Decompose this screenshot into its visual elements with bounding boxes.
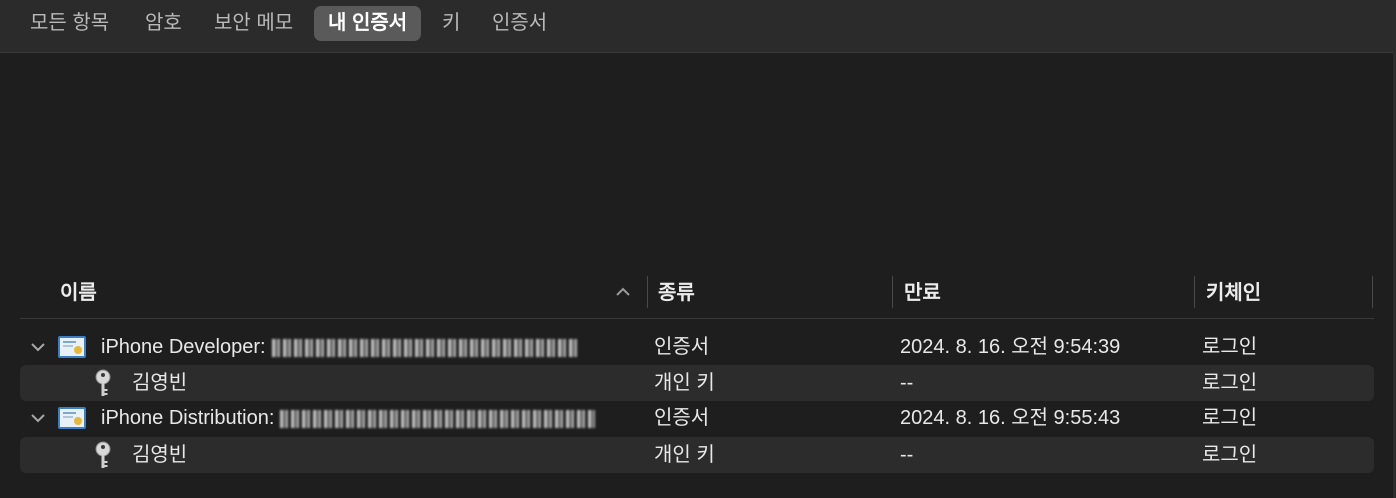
item-name: iPhone Distribution: [101, 400, 596, 436]
column-header-name[interactable]: 이름 [60, 272, 97, 318]
tab-keys[interactable]: 키 [428, 6, 474, 41]
item-kind: 인증서 [654, 407, 710, 429]
table-row[interactable]: 김영빈 개인 키 -- 로그인 [20, 365, 1374, 401]
item-keychain: 로그인 [1202, 407, 1258, 429]
item-name-text: iPhone Distribution: [101, 407, 275, 429]
tab-all-items[interactable]: 모든 항목 [16, 6, 123, 41]
column-header-keychain[interactable]: 키체인 [1206, 272, 1261, 318]
column-divider[interactable] [892, 276, 893, 308]
item-expires: -- [900, 444, 914, 466]
table-row[interactable]: iPhone Distribution: 인증서 2024. 8. 16. 오전… [20, 400, 1374, 436]
item-expires: 2024. 8. 16. 오전 9:54:39 [900, 336, 1121, 358]
table-row[interactable]: iPhone Developer: 인증서 2024. 8. 16. 오전 9:… [20, 329, 1374, 365]
category-tab-bar: 모든 항목 암호 보안 메모 내 인증서 키 인증서 [0, 0, 1396, 53]
certificate-icon [58, 407, 86, 429]
item-keychain: 로그인 [1202, 336, 1258, 358]
column-header-expires[interactable]: 만료 [904, 272, 941, 318]
item-name: iPhone Developer: [101, 329, 577, 365]
key-icon [95, 441, 111, 468]
tab-certificates[interactable]: 인증서 [478, 6, 561, 41]
item-expires: 2024. 8. 16. 오전 9:55:43 [900, 407, 1121, 429]
item-name: 김영빈 [132, 372, 188, 394]
item-name: 김영빈 [132, 444, 188, 466]
sort-ascending-icon[interactable] [613, 282, 633, 302]
column-header-kind[interactable]: 종류 [658, 272, 695, 318]
chevron-down-icon[interactable] [29, 409, 47, 427]
tab-passwords[interactable]: 암호 [131, 6, 196, 41]
tab-my-certificates[interactable]: 내 인증서 [314, 6, 422, 41]
chevron-down-icon[interactable] [29, 338, 47, 356]
tab-secure-notes[interactable]: 보안 메모 [200, 6, 307, 41]
item-kind: 개인 키 [654, 372, 715, 394]
item-name-text: iPhone Developer: [101, 336, 266, 358]
redacted-name [280, 409, 596, 428]
key-icon [95, 369, 111, 396]
column-divider[interactable] [1194, 276, 1195, 308]
column-divider[interactable] [1372, 276, 1373, 308]
redacted-name [271, 338, 577, 357]
column-divider[interactable] [647, 276, 648, 308]
item-kind: 개인 키 [654, 444, 715, 466]
item-expires: -- [900, 372, 914, 394]
certificate-icon [58, 336, 86, 358]
item-keychain: 로그인 [1202, 444, 1258, 466]
item-keychain: 로그인 [1202, 372, 1258, 394]
table-header: 이름 종류 만료 키체인 [20, 272, 1374, 319]
table-row[interactable]: 김영빈 개인 키 -- 로그인 [20, 437, 1374, 473]
item-kind: 인증서 [654, 336, 710, 358]
